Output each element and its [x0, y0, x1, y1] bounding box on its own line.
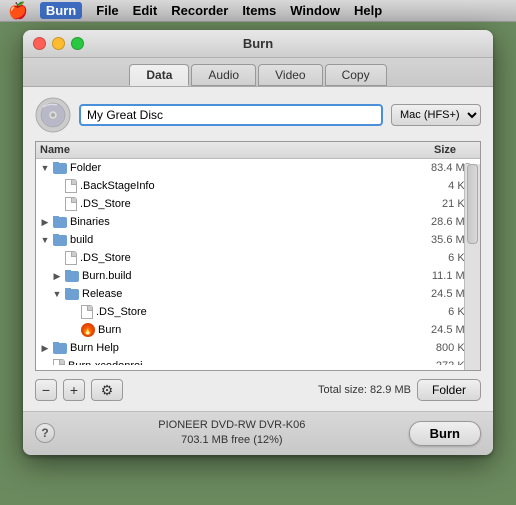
list-item[interactable]: .DS_Store 21 KB	[36, 195, 480, 213]
menu-items[interactable]: Items	[242, 3, 276, 18]
gear-button[interactable]: ⚙	[91, 379, 123, 401]
help-button[interactable]: ?	[35, 423, 55, 443]
item-name: .DS_Store	[80, 198, 131, 210]
menu-edit[interactable]: Edit	[133, 3, 158, 18]
item-name: Folder	[70, 162, 101, 174]
menu-help[interactable]: Help	[354, 3, 382, 18]
list-item[interactable]: Burn.build 11.1 MB	[36, 267, 480, 285]
disclosure-placeholder	[68, 325, 78, 335]
disclosure-icon[interactable]	[40, 343, 50, 353]
disc-name-input[interactable]	[79, 104, 383, 126]
file-icon	[81, 305, 93, 319]
menu-burn[interactable]: Burn	[40, 2, 82, 19]
item-name: .DS_Store	[96, 306, 147, 318]
apple-menu[interactable]: 🍎	[8, 1, 28, 21]
menu-recorder[interactable]: Recorder	[171, 3, 228, 18]
column-name: Name	[40, 144, 396, 156]
list-item[interactable]: Binaries 28.6 MB	[36, 213, 480, 231]
item-name: Burn-xcodonroi	[68, 360, 143, 365]
drive-name: PIONEER DVD-RW DVR-K06	[65, 418, 399, 433]
disclosure-placeholder	[52, 253, 62, 263]
folder-icon	[53, 163, 67, 174]
item-name: Release	[82, 288, 122, 300]
list-item[interactable]: Burn-xcodonroi 272 KB	[36, 357, 480, 365]
file-icon	[53, 359, 65, 365]
item-name: Binaries	[70, 216, 110, 228]
folder-icon	[53, 343, 67, 354]
drive-info: PIONEER DVD-RW DVR-K06 703.1 MB free (12…	[65, 418, 399, 449]
item-name: build	[70, 234, 93, 246]
disclosure-icon[interactable]	[40, 235, 50, 245]
file-icon	[65, 197, 77, 211]
item-name: .DS_Store	[80, 252, 131, 264]
disclosure-placeholder	[68, 307, 78, 317]
scrollbar[interactable]	[464, 164, 480, 370]
window-title: Burn	[243, 36, 273, 51]
disclosure-icon[interactable]	[40, 163, 50, 173]
file-list-container: Name Size Folder 83.4 MB	[35, 141, 481, 371]
disclosure-placeholder	[40, 361, 50, 365]
item-name: Burn	[98, 324, 121, 336]
disc-icon	[35, 97, 71, 133]
list-item[interactable]: .BackStageInfo 4 KB	[36, 177, 480, 195]
list-item[interactable]: .DS_Store 6 KB	[36, 303, 480, 321]
bottom-toolbar: − + ⚙ Total size: 82.9 MB Folder	[35, 379, 481, 401]
disclosure-icon[interactable]	[52, 289, 62, 299]
burn-button[interactable]: Burn	[409, 421, 481, 446]
content-area: Mac (HFS+) Name Size Folder 83.4 MB	[23, 87, 493, 411]
folder-icon	[53, 217, 67, 228]
format-select[interactable]: Mac (HFS+)	[391, 104, 481, 126]
drive-free: 703.1 MB free (12%)	[65, 433, 399, 448]
item-name: Burn.build	[82, 270, 132, 282]
list-item[interactable]: Release 24.5 MB	[36, 285, 480, 303]
column-size: Size	[396, 144, 476, 156]
close-button[interactable]	[33, 37, 46, 50]
total-size: Total size: 82.9 MB	[318, 384, 411, 396]
tab-data[interactable]: Data	[129, 64, 189, 86]
folder-icon	[65, 289, 79, 300]
scrollbar-thumb[interactable]	[467, 164, 478, 244]
tab-video[interactable]: Video	[258, 64, 322, 86]
file-icon	[65, 179, 77, 193]
item-name: Burn Help	[70, 342, 119, 354]
folder-icon	[53, 235, 67, 246]
list-item[interactable]: Folder 83.4 MB	[36, 159, 480, 177]
list-item[interactable]: .DS_Store 6 KB	[36, 249, 480, 267]
menu-window[interactable]: Window	[290, 3, 340, 18]
burn-window: Burn Data Audio Video Copy Mac (HFS+)	[23, 30, 493, 455]
item-name: .BackStageInfo	[80, 180, 155, 192]
minimize-button[interactable]	[52, 37, 65, 50]
tab-copy[interactable]: Copy	[325, 64, 387, 86]
titlebar: Burn	[23, 30, 493, 58]
file-list[interactable]: Folder 83.4 MB .BackStageInfo 4 KB	[36, 159, 480, 365]
disclosure-icon[interactable]	[52, 271, 62, 281]
tabbar: Data Audio Video Copy	[23, 58, 493, 87]
info-bar: ? PIONEER DVD-RW DVR-K06 703.1 MB free (…	[23, 411, 493, 455]
list-item[interactable]: build 35.6 MB	[36, 231, 480, 249]
file-list-header: Name Size	[36, 142, 480, 159]
file-icon	[65, 251, 77, 265]
folder-icon	[65, 271, 79, 282]
zoom-button[interactable]	[71, 37, 84, 50]
tab-audio[interactable]: Audio	[191, 64, 256, 86]
menubar: 🍎 Burn File Edit Recorder Items Window H…	[0, 0, 516, 22]
remove-button[interactable]: −	[35, 379, 57, 401]
burn-app-icon: 🔥	[81, 323, 95, 337]
traffic-lights	[33, 37, 84, 50]
list-item[interactable]: 🔥 Burn 24.5 MB	[36, 321, 480, 339]
menu-file[interactable]: File	[96, 3, 118, 18]
list-item[interactable]: Burn Help 800 KB	[36, 339, 480, 357]
disclosure-placeholder	[52, 181, 62, 191]
disclosure-placeholder	[52, 199, 62, 209]
disc-row: Mac (HFS+)	[35, 97, 481, 133]
folder-button[interactable]: Folder	[417, 379, 481, 401]
disclosure-icon[interactable]	[40, 217, 50, 227]
add-button[interactable]: +	[63, 379, 85, 401]
